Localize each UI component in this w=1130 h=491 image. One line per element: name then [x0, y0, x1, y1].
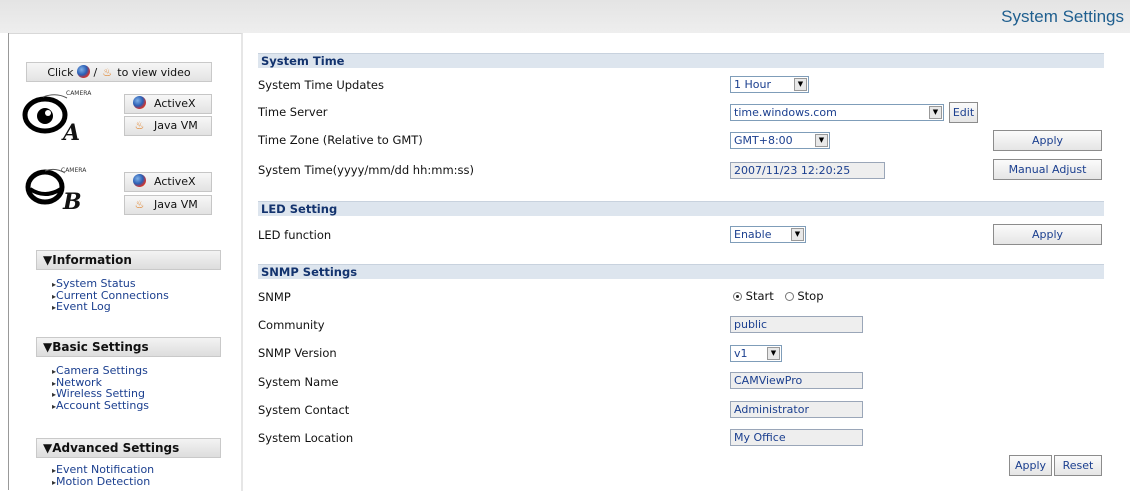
- system-time-field[interactable]: 2007/11/23 12:20:25: [730, 162, 885, 179]
- camera-a-letter: A: [63, 120, 81, 146]
- label-system-location: System Location: [258, 431, 354, 445]
- java-cup-icon: ♨: [134, 198, 145, 211]
- chevron-down-icon: ▼: [929, 106, 942, 119]
- chevron-down-icon: ▼: [794, 78, 807, 91]
- select-time-updates[interactable]: 1 Hour ▼: [730, 76, 809, 93]
- camera-a-brand: CAMERA: [66, 90, 92, 97]
- nav-section-title: Advanced Settings: [52, 441, 180, 455]
- hint-suffix: to view video: [117, 66, 191, 79]
- chevron-down-icon: ▼: [767, 347, 780, 360]
- manual-adjust-button[interactable]: Manual Adjust: [993, 159, 1102, 180]
- nav-section-title: Basic Settings: [52, 340, 149, 354]
- snmp-stop-label: Stop: [797, 289, 824, 303]
- triangle-down-icon: ▼: [43, 441, 53, 455]
- hint-prefix: Click: [47, 66, 74, 79]
- section-header-led: LED Setting: [258, 201, 1104, 216]
- globe-icon: [133, 174, 146, 187]
- snmp-start-radio[interactable]: [733, 292, 742, 301]
- camera-a-javavm-button[interactable]: ♨ Java VM: [124, 116, 212, 136]
- nav-section-information[interactable]: ▼Information: [36, 250, 221, 270]
- nav-item-label: Account Settings: [56, 398, 150, 412]
- nav-list-basic-settings: Camera Settings Network Wireless Setting…: [52, 365, 150, 413]
- system-location-field[interactable]: My Office: [730, 429, 863, 446]
- camera-b-brand: CAMERA: [61, 167, 87, 174]
- button-label: ActiveX: [154, 175, 196, 188]
- label-system-contact: System Contact: [258, 403, 350, 417]
- select-led-function[interactable]: Enable ▼: [730, 226, 806, 243]
- label-snmp: SNMP: [258, 290, 291, 304]
- globe-icon: [77, 65, 91, 78]
- community-field[interactable]: public: [730, 316, 863, 333]
- nav-item-motion-detection[interactable]: Motion Detection: [52, 474, 154, 489]
- triangle-down-icon: ▼: [43, 253, 53, 267]
- apply-led-button[interactable]: Apply: [993, 224, 1102, 245]
- nav-section-basic-settings[interactable]: ▼Basic Settings: [36, 337, 221, 357]
- label-led-function: LED function: [258, 228, 332, 242]
- label-system-name: System Name: [258, 375, 339, 389]
- label-community: Community: [258, 318, 325, 332]
- nav-section-advanced-settings[interactable]: ▼Advanced Settings: [36, 438, 221, 458]
- select-snmp-version[interactable]: v1 ▼: [730, 345, 782, 362]
- java-cup-icon: ♨: [102, 66, 113, 79]
- top-bar: System Settings: [0, 0, 1130, 33]
- camera-a-icon: CAMERA A: [21, 88, 91, 146]
- section-header-snmp: SNMP Settings: [258, 264, 1104, 279]
- camera-b-letter: B: [63, 189, 82, 215]
- select-value: Enable: [734, 228, 772, 241]
- label-system-time: System Time(yyyy/mm/dd hh:mm:ss): [258, 163, 475, 177]
- nav-section-title: Information: [52, 253, 132, 267]
- apply-snmp-button[interactable]: Apply: [1009, 455, 1052, 476]
- reset-snmp-button[interactable]: Reset: [1054, 455, 1102, 476]
- chevron-down-icon: ▼: [791, 228, 804, 241]
- nav-list-information: System Status Current Connections Event …: [52, 278, 169, 314]
- camera-a-activex-button[interactable]: ActiveX: [124, 94, 212, 114]
- label-time-server: Time Server: [258, 105, 328, 119]
- select-value: 1 Hour: [734, 78, 771, 91]
- select-time-zone[interactable]: GMT+8:00 ▼: [730, 132, 830, 149]
- system-contact-field[interactable]: Administrator: [730, 401, 863, 418]
- snmp-stop-radio[interactable]: [784, 292, 794, 301]
- select-value: time.windows.com: [734, 106, 837, 119]
- camera-b-javavm-button[interactable]: ♨ Java VM: [124, 195, 212, 215]
- select-value: v1: [734, 347, 748, 360]
- label-system-time-updates: System Time Updates: [258, 78, 384, 92]
- nav-item-account-settings[interactable]: Account Settings: [52, 398, 150, 413]
- snmp-start-label: Start: [745, 289, 774, 303]
- camera-b-activex-button[interactable]: ActiveX: [124, 172, 212, 192]
- select-value: GMT+8:00: [734, 134, 793, 147]
- triangle-down-icon: ▼: [43, 340, 53, 354]
- view-video-hint: Click / ♨ to view video: [26, 62, 212, 82]
- section-header-system-time: System Time: [258, 53, 1104, 68]
- button-label: Java VM: [154, 119, 198, 132]
- apply-time-button[interactable]: Apply: [993, 130, 1102, 151]
- button-label: ActiveX: [154, 97, 196, 110]
- label-time-zone: Time Zone (Relative to GMT): [258, 133, 423, 147]
- button-label: Java VM: [154, 198, 198, 211]
- label-snmp-version: SNMP Version: [258, 346, 337, 360]
- globe-icon: [133, 96, 146, 109]
- edit-server-button[interactable]: Edit: [949, 102, 978, 123]
- system-name-field[interactable]: CAMViewPro: [730, 372, 863, 389]
- hint-separator: /: [93, 66, 98, 79]
- java-cup-icon: ♨: [134, 119, 145, 132]
- chevron-down-icon: ▼: [815, 134, 828, 147]
- select-time-server[interactable]: time.windows.com ▼: [730, 104, 944, 121]
- camera-b-icon: CAMERA B: [25, 165, 87, 215]
- nav-item-event-log[interactable]: Event Log: [52, 300, 169, 314]
- page-title: System Settings: [1001, 7, 1124, 26]
- nav-list-advanced-settings: Event Notification Motion Detection: [52, 464, 154, 489]
- snmp-radio-group: Start Stop: [733, 289, 824, 303]
- nav-item-label: Event Log: [56, 300, 111, 313]
- nav-item-label: Motion Detection: [56, 474, 151, 488]
